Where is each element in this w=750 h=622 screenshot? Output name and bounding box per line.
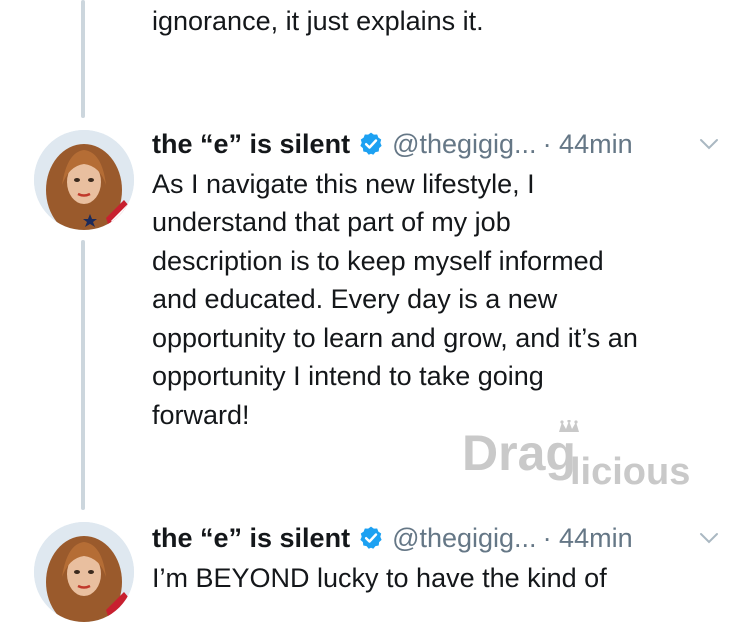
tweet-text-line: and educated. Every day is a new [152, 284, 558, 314]
tweet-header: the “e” is silent @thegigig... · 44min [152, 521, 633, 555]
tweet-text-line: I’m BEYOND lucky to have the kind of [152, 563, 607, 593]
author-name[interactable]: the “e” is silent [152, 523, 350, 554]
draglicious-watermark-logo: Drag licious [462, 420, 690, 493]
chevron-down-icon[interactable] [698, 133, 720, 155]
author-name[interactable]: the “e” is silent [152, 129, 350, 160]
author-handle[interactable]: @thegigig... [392, 129, 537, 160]
crown-icon [559, 420, 579, 432]
tweet-text-line: opportunity to learn and grow, and it’s … [152, 323, 638, 353]
avatar[interactable] [34, 522, 134, 622]
tweet-time: · 44min [542, 128, 633, 159]
tweet-text-line: description is to keep myself informed [152, 246, 604, 276]
verified-badge-icon [360, 132, 382, 155]
thread-line-middle [81, 240, 85, 510]
tweet-header: the “e” is silent @thegigig... · 44min [152, 127, 633, 161]
tweet-text-line: ignorance, it just explains it. [152, 6, 484, 36]
tweet-time: · 44min [542, 522, 633, 553]
tweet-text-line: opportunity I intend to take going [152, 361, 544, 391]
tweet-text-line: As I navigate this new lifestyle, I [152, 169, 535, 199]
watermark-text-licious: licious [570, 451, 690, 493]
avatar[interactable] [34, 130, 134, 230]
watermark-text-drag: Drag [462, 425, 576, 481]
author-handle[interactable]: @thegigig... [392, 523, 537, 554]
tweet-text-line: forward! [152, 400, 250, 430]
verified-badge-icon [360, 526, 382, 549]
tweet-text-line: understand that part of my job [152, 207, 511, 237]
chevron-down-icon[interactable] [698, 527, 720, 549]
thread-line-top [81, 0, 85, 118]
